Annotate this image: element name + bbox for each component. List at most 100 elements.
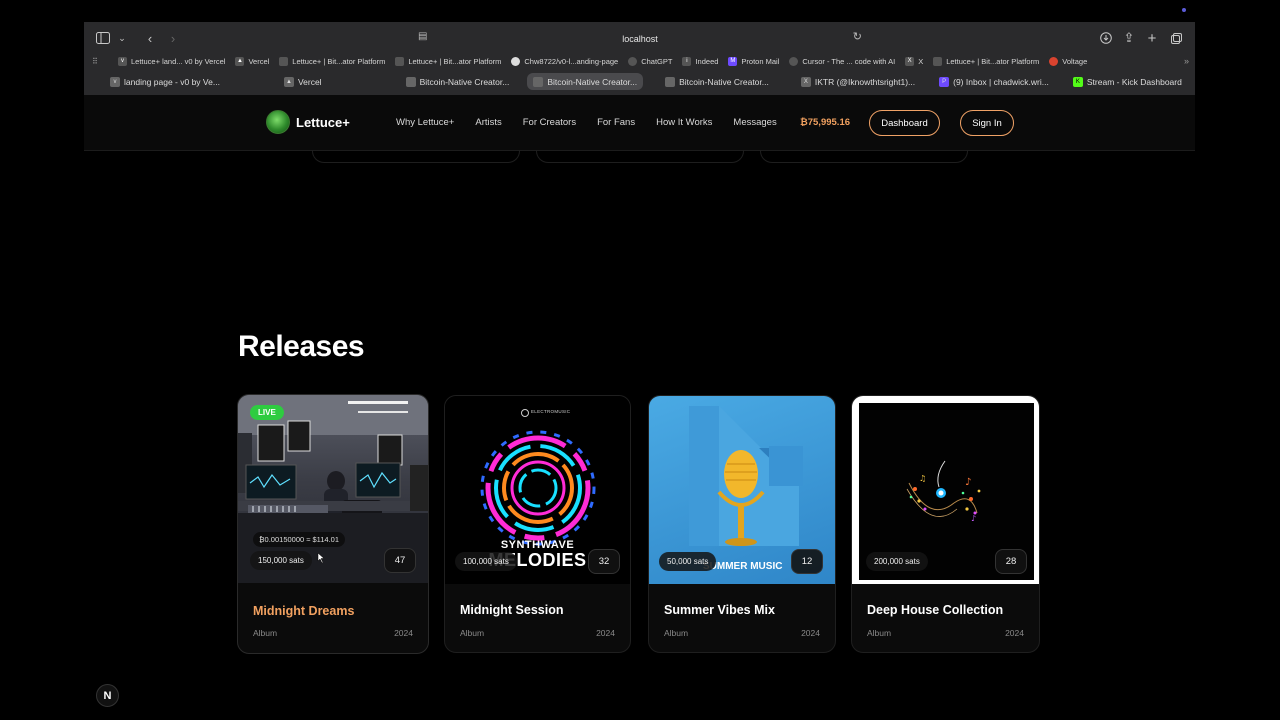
browser-tab[interactable]: Bitcoin-Native Creator...: [400, 73, 516, 90]
bookmark-item[interactable]: Lettuce+ | Bit...ator Platform: [933, 56, 1039, 66]
bookmark-item[interactable]: ChatGPT: [628, 56, 672, 66]
status-dot: [1182, 8, 1186, 12]
bookmark-item[interactable]: Lettuce+ | Bit...ator Platform: [395, 56, 501, 66]
previous-card-edge: [760, 150, 968, 163]
forward-icon[interactable]: ›: [164, 29, 182, 47]
svg-text:♪: ♪: [965, 477, 971, 488]
sign-in-button[interactable]: Sign In: [960, 110, 1014, 136]
indeed-icon: i: [682, 56, 692, 66]
release-meta: Album 2024: [460, 628, 615, 638]
release-year: 2024: [801, 628, 820, 638]
sats-price-chip: 50,000 sats: [659, 552, 717, 571]
address-bar[interactable]: ▤ localhost ↻: [418, 29, 862, 48]
github-icon: [511, 56, 521, 66]
mouse-pointer-icon: [317, 553, 325, 563]
release-type: Album: [460, 628, 485, 638]
share-icon[interactable]: ⇪: [1120, 29, 1138, 47]
site-header: Lettuce+ Why Lettuce+ Artists For Creato…: [84, 95, 1195, 151]
wallet-balance: ₿75,995.16: [800, 117, 851, 128]
album-cover: LIVE ₿0.00150000 ≈ $114.01 150,000 sats …: [238, 395, 428, 583]
bookmark-item[interactable]: Cursor - The ... code with AI: [789, 56, 895, 66]
reload-icon[interactable]: ↻: [853, 30, 862, 43]
browser-tab[interactable]: P (9) Inbox | chadwick.wri...: [933, 73, 1055, 90]
nav-how-it-works[interactable]: How It Works: [656, 117, 712, 128]
dashboard-button[interactable]: Dashboard: [869, 110, 940, 136]
album-cover: ♪ ♫ ♪ 200,000 sats 28: [852, 396, 1039, 584]
browser-window: ⌄ ‹ › ▤ localhost ↻ ⇪ + ⠿ v Lettuce+ land…: [84, 22, 1195, 95]
page-icon: [533, 76, 544, 87]
release-card[interactable]: ELECTROMUSIC SYNTHWAVE MELODIES 100,000 …: [444, 395, 631, 653]
bookmark-item[interactable]: ▲ Vercel: [235, 56, 269, 66]
download-icon[interactable]: [1097, 29, 1115, 47]
art-brand-text: ELECTROMUSIC: [531, 409, 571, 414]
price-tag: ₿0.00150000 ≈ $114.01: [253, 532, 346, 547]
browser-tab-active[interactable]: Bitcoin-Native Creator...: [527, 73, 644, 90]
release-title: Deep House Collection: [867, 603, 1004, 617]
page-icon: ▤: [418, 31, 428, 42]
release-meta: Album 2024: [664, 628, 820, 638]
sats-price-chip: 100,000 sats: [455, 552, 517, 571]
chevron-down-icon[interactable]: ⌄: [113, 29, 131, 47]
browser-tab[interactable]: K Stream - Kick Dashboard: [1067, 73, 1188, 90]
release-title: Summer Vibes Mix: [664, 603, 775, 617]
page-icon: [405, 76, 416, 87]
url-text: localhost: [622, 33, 658, 44]
sats-price-chip: 150,000 sats: [250, 551, 312, 570]
proton-icon: P: [939, 76, 950, 87]
sidebar-toggle-icon[interactable]: [94, 29, 112, 47]
nav-for-fans[interactable]: For Fans: [597, 117, 635, 128]
track-count-chip: 32: [588, 549, 620, 574]
vercel-icon: ▲: [283, 76, 294, 87]
track-count-chip: 47: [384, 548, 416, 573]
x-icon: X: [905, 56, 915, 66]
voltage-icon: [1049, 56, 1059, 66]
nav-artists[interactable]: Artists: [475, 117, 501, 128]
release-type: Album: [253, 628, 278, 638]
page-icon: [933, 56, 943, 66]
page-icon: [665, 76, 676, 87]
release-card[interactable]: LIVE ₿0.00150000 ≈ $114.01 150,000 sats …: [237, 394, 429, 654]
bookmark-item[interactable]: i Indeed: [682, 56, 718, 66]
svg-text:♪: ♪: [971, 514, 976, 523]
album-cover: SUMMER MUSIC 50,000 sats 12: [649, 396, 835, 584]
brand-name: Lettuce+: [296, 114, 350, 130]
bookmark-item[interactable]: Voltage: [1049, 56, 1087, 66]
track-count-chip: 28: [995, 549, 1027, 574]
release-card[interactable]: ♪ ♫ ♪ 200,000 sats 28 Deep House Collect…: [851, 395, 1040, 653]
browser-toolbar: ⌄ ‹ › ▤ localhost ↻ ⇪ +: [84, 22, 1195, 54]
previous-card-edge: [312, 150, 520, 163]
nextjs-dev-badge[interactable]: N: [96, 684, 119, 707]
bookmark-item[interactable]: v Lettuce+ land... v0 by Vercel: [118, 56, 225, 66]
chatgpt-icon: [628, 56, 638, 66]
release-type: Album: [664, 628, 689, 638]
back-icon[interactable]: ‹: [141, 29, 159, 47]
bookmark-item[interactable]: Chw8722/v0-l...anding-page: [511, 56, 618, 66]
nav-messages[interactable]: Messages: [733, 117, 776, 128]
browser-tab[interactable]: ▲ Vercel: [278, 73, 328, 90]
release-card[interactable]: SUMMER MUSIC 50,000 sats 12 Summer Vibes…: [648, 395, 836, 653]
release-year: 2024: [596, 628, 615, 638]
browser-tab[interactable]: X IKTR (@Iknowthtsright1)...: [795, 73, 921, 90]
kick-icon: K: [1072, 76, 1083, 87]
brand-logo[interactable]: Lettuce+: [266, 110, 350, 134]
nav-why-lettuce[interactable]: Why Lettuce+: [396, 117, 454, 128]
apps-grid-icon[interactable]: ⠿: [92, 57, 106, 66]
browser-tab[interactable]: v landing page - v0 by Ve...: [104, 73, 226, 90]
bookmark-item[interactable]: XX: [905, 56, 923, 66]
bookmarks-bar: ⠿ v Lettuce+ land... v0 by Vercel ▲ Vercel…: [84, 53, 1195, 69]
browser-tab[interactable]: Bitcoin-Native Creator...: [659, 73, 775, 90]
more-bookmarks-icon[interactable]: »: [1184, 56, 1189, 66]
tab-overview-icon[interactable]: [1167, 29, 1185, 47]
release-year: 2024: [394, 628, 413, 638]
bookmark-item[interactable]: M Proton Mail: [728, 56, 779, 66]
v0-icon: v: [118, 56, 127, 66]
bookmark-item[interactable]: Lettuce+ | Bit...ator Platform: [279, 56, 385, 66]
lettuce-logo-icon: [266, 110, 290, 134]
previous-card-edge: [536, 150, 744, 163]
release-type: Album: [867, 628, 892, 638]
new-tab-icon[interactable]: +: [1143, 29, 1161, 47]
release-title: Midnight Dreams: [253, 604, 355, 618]
page-icon: [395, 56, 405, 66]
main-nav: Why Lettuce+ Artists For Creators For Fa…: [396, 117, 798, 128]
nav-for-creators[interactable]: For Creators: [523, 117, 576, 128]
